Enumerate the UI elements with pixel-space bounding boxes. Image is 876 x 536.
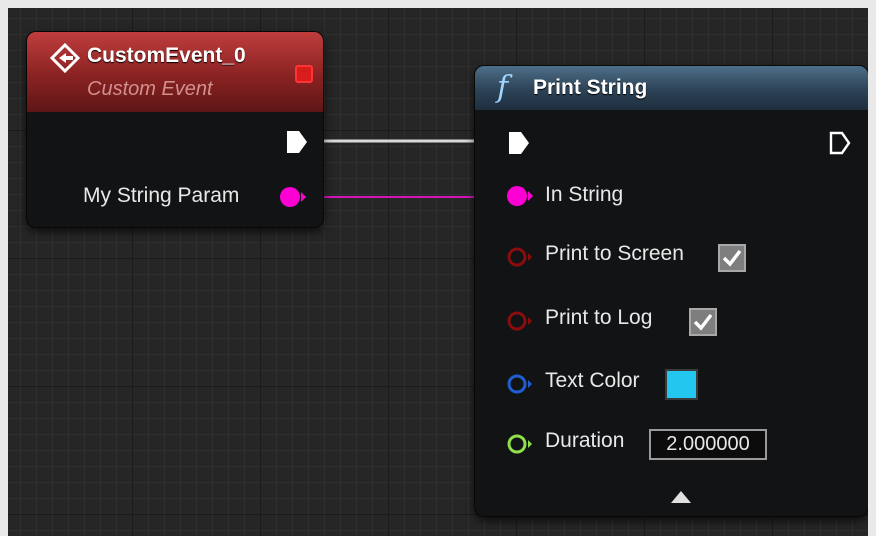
exec-in-pin[interactable] — [508, 131, 530, 155]
custom-event-node[interactable]: CustomEvent_0 Custom Event My String Par… — [27, 32, 323, 227]
function-f-icon: f — [497, 70, 509, 105]
event-exec-out-pin[interactable] — [286, 130, 308, 154]
print-string-node[interactable]: f Print String In String Print to Screen — [475, 66, 868, 516]
my-string-param-label: My String Param — [83, 184, 240, 207]
exec-out-pin[interactable] — [829, 131, 851, 155]
print-string-title: Print String — [533, 76, 648, 99]
print-to-screen-checkbox[interactable] — [718, 244, 746, 272]
custom-event-header[interactable]: CustomEvent_0 Custom Event — [27, 32, 323, 112]
text-color-swatch[interactable] — [665, 369, 698, 400]
in-string-label: In String — [545, 183, 624, 206]
print-to-screen-label: Print to Screen — [545, 242, 684, 265]
checkmark-icon — [722, 249, 742, 267]
checkmark-icon — [693, 313, 713, 331]
custom-event-title: CustomEvent_0 — [87, 44, 246, 67]
print-to-screen-pin[interactable] — [506, 246, 534, 268]
text-color-label: Text Color — [545, 369, 640, 392]
expand-arrow-icon[interactable] — [670, 489, 692, 505]
duration-label: Duration — [545, 429, 625, 452]
print-to-log-checkbox[interactable] — [689, 308, 717, 336]
in-string-pin[interactable] — [506, 184, 534, 208]
print-string-header[interactable]: f Print String — [475, 66, 868, 110]
my-string-param-pin[interactable] — [279, 185, 307, 209]
print-to-log-pin[interactable] — [506, 310, 534, 332]
delegate-pin[interactable] — [295, 65, 313, 83]
duration-input[interactable]: 2.000000 — [649, 429, 767, 460]
print-to-log-label: Print to Log — [545, 306, 653, 329]
duration-pin[interactable] — [506, 433, 534, 455]
text-color-pin[interactable] — [506, 373, 534, 395]
custom-event-subtitle: Custom Event — [87, 78, 213, 100]
event-diamond-icon — [49, 42, 81, 74]
blueprint-graph[interactable]: CustomEvent_0 Custom Event My String Par… — [8, 8, 868, 536]
